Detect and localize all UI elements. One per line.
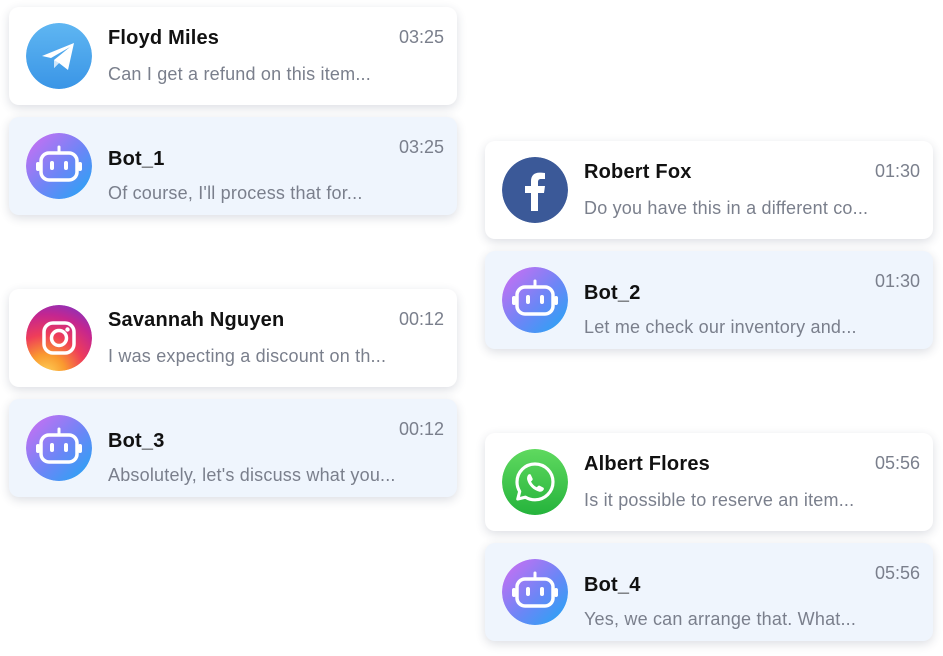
contact-name: Robert Fox bbox=[584, 161, 692, 183]
contact-name: Bot_2 bbox=[584, 282, 641, 304]
contact-name: Bot_3 bbox=[108, 430, 165, 452]
instagram-icon bbox=[26, 305, 92, 371]
message-preview: Of course, I'll process that for... bbox=[108, 183, 363, 203]
message-time: 00:12 bbox=[398, 309, 444, 329]
contact-name: Savannah Nguyen bbox=[108, 309, 285, 331]
message-time: 01:30 bbox=[874, 271, 920, 291]
contact-name: Bot_4 bbox=[584, 574, 641, 596]
conversation-card-bot-1[interactable]: Bot_1 03:25 Of course, I'll process that… bbox=[9, 117, 457, 215]
telegram-icon bbox=[26, 23, 92, 89]
whatsapp-icon bbox=[502, 449, 568, 515]
conversation-card-albert-flores[interactable]: Albert Flores 05:56 Is it possible to re… bbox=[485, 433, 933, 531]
conversation-card-bot-3[interactable]: Bot_3 00:12 Absolutely, let's discuss wh… bbox=[9, 399, 457, 497]
conversation-card-robert-fox[interactable]: Robert Fox 01:30 Do you have this in a d… bbox=[485, 141, 933, 239]
message-time: 00:12 bbox=[398, 419, 444, 439]
bot-icon bbox=[26, 415, 92, 481]
message-preview: Do you have this in a different co... bbox=[584, 198, 869, 218]
message-preview: Yes, we can arrange that. What... bbox=[584, 609, 857, 629]
bot-icon bbox=[502, 267, 568, 333]
message-time: 05:56 bbox=[874, 563, 920, 583]
message-time: 05:56 bbox=[874, 453, 920, 473]
contact-name: Floyd Miles bbox=[108, 27, 220, 49]
message-time: 03:25 bbox=[398, 27, 444, 47]
message-preview: Absolutely, let's discuss what you... bbox=[108, 465, 396, 485]
conversation-card-floyd-miles[interactable]: Floyd Miles 03:25 Can I get a refund on … bbox=[9, 7, 457, 105]
contact-name: Bot_1 bbox=[108, 148, 165, 170]
message-preview: Is it possible to reserve an item... bbox=[584, 490, 855, 510]
contact-name: Albert Flores bbox=[584, 453, 710, 475]
message-preview: Can I get a refund on this item... bbox=[108, 64, 371, 84]
bot-icon bbox=[26, 133, 92, 199]
message-time: 01:30 bbox=[874, 161, 920, 181]
conversation-card-bot-2[interactable]: Bot_2 01:30 Let me check our inventory a… bbox=[485, 251, 933, 349]
facebook-icon bbox=[502, 157, 568, 223]
message-time: 03:25 bbox=[398, 137, 444, 157]
bot-icon bbox=[502, 559, 568, 625]
conversation-card-savannah-nguyen[interactable]: Savannah Nguyen 00:12 I was expecting a … bbox=[9, 289, 457, 387]
message-preview: Let me check our inventory and... bbox=[584, 317, 857, 337]
message-preview: I was expecting a discount on th... bbox=[108, 346, 387, 366]
conversation-card-bot-4[interactable]: Bot_4 05:56 Yes, we can arrange that. Wh… bbox=[485, 543, 933, 641]
